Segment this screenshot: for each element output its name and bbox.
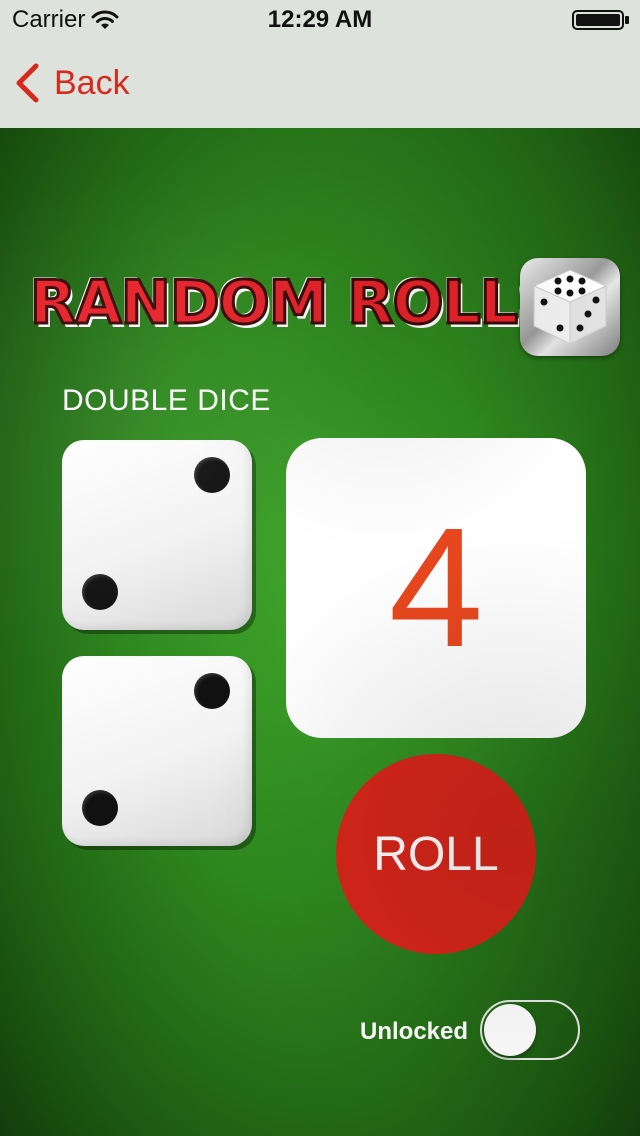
top-bar: Carrier 12:29 AM Back — [0, 0, 640, 128]
mode-label: DOUBLE DICE — [62, 384, 271, 417]
die-pip — [194, 457, 230, 493]
back-button[interactable]: Back — [14, 58, 130, 108]
battery-icon — [572, 10, 629, 30]
back-label: Back — [54, 63, 130, 102]
die-pip — [82, 574, 118, 610]
die-one — [62, 440, 252, 630]
unlocked-label: Unlocked — [360, 1018, 469, 1045]
die-pip — [194, 673, 230, 709]
app-logo: RANDOM ROLLS — [29, 267, 562, 340]
result-display: 4 — [286, 438, 586, 738]
status-bar: Carrier 12:29 AM — [0, 0, 640, 40]
status-time: 12:29 AM — [267, 6, 373, 33]
roll-button[interactable]: ROLL — [336, 754, 536, 954]
game-table: RANDOM ROLLS DOUBLE DICE 4 ROLL Unlocked — [0, 128, 640, 1136]
dice-graphic — [532, 269, 608, 345]
chevron-left-icon — [16, 63, 39, 103]
dice-app-icon — [520, 258, 620, 356]
die-two — [62, 656, 252, 846]
die-pip — [82, 790, 118, 826]
unlocked-toggle[interactable] — [480, 1000, 580, 1060]
logo-text: RANDOM ROLLS — [29, 267, 562, 340]
toggle-knob — [484, 1004, 536, 1056]
result-value: 4 — [388, 493, 484, 683]
